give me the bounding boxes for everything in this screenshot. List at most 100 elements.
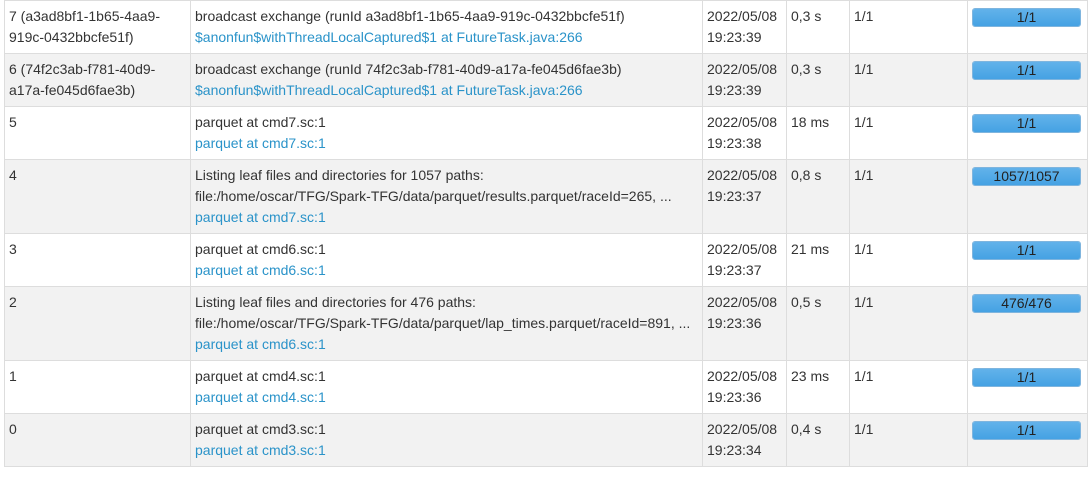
submitted-cell: 2022/05/08 19:23:36 (702, 360, 787, 414)
progress-bar: 1/1 (972, 114, 1081, 133)
tasks-cell: 1/1 (849, 413, 968, 467)
table-row: 7 (a3ad8bf1-1b65-4aa9-919c-0432bbcfe51f)… (4, 0, 1088, 54)
description-line: Listing leaf files and directories for 1… (195, 167, 484, 183)
progress-cell: 1/1 (967, 0, 1088, 54)
description-line: Listing leaf files and directories for 4… (195, 294, 476, 310)
table-row: 4 Listing leaf files and directories for … (4, 159, 1088, 234)
table-row: 2 Listing leaf files and directories for … (4, 286, 1088, 361)
progress-bar: 1057/1057 (972, 167, 1081, 186)
duration-cell: 0,4 s (786, 413, 850, 467)
submitted-cell: 2022/05/08 19:23:38 (702, 106, 787, 160)
stage-id-cell: 0 (4, 413, 191, 467)
progress-bar: 1/1 (972, 421, 1081, 440)
tasks-cell: 1/1 (849, 0, 968, 54)
progress-label: 1/1 (1016, 62, 1037, 78)
tasks-cell: 1/1 (849, 106, 968, 160)
description-text: broadcast exchange (runId 74f2c3ab-f781-… (195, 59, 698, 80)
stage-detail-link[interactable]: parquet at cmd7.sc:1 (195, 207, 698, 228)
description-line: broadcast exchange (runId 74f2c3ab-f781-… (195, 61, 622, 77)
stage-id-cell: 2 (4, 286, 191, 361)
description-text: parquet at cmd7.sc:1 (195, 112, 698, 133)
table-row: 1 parquet at cmd4.sc:1 parquet at cmd4.sc:… (4, 360, 1088, 414)
stages-table: 7 (a3ad8bf1-1b65-4aa9-919c-0432bbcfe51f)… (4, 0, 1088, 467)
progress-label: 1/1 (1016, 9, 1037, 25)
progress-bar: 1/1 (972, 241, 1081, 260)
duration-cell: 18 ms (786, 106, 850, 160)
progress-cell: 1/1 (967, 413, 1088, 467)
progress-bar: 476/476 (972, 294, 1081, 313)
stage-id-cell: 3 (4, 233, 191, 287)
description-line: file:/home/oscar/TFG/Spark-TFG/data/parq… (195, 188, 672, 204)
description-cell: parquet at cmd7.sc:1 parquet at cmd7.sc:1 (190, 106, 703, 160)
stage-id-cell: 1 (4, 360, 191, 414)
description-line: parquet at cmd4.sc:1 (195, 368, 326, 384)
progress-label: 1/1 (1016, 422, 1037, 438)
description-cell: parquet at cmd6.sc:1 parquet at cmd6.sc:1 (190, 233, 703, 287)
stage-detail-link[interactable]: parquet at cmd7.sc:1 (195, 133, 698, 154)
description-text: parquet at cmd4.sc:1 (195, 366, 698, 387)
table-row: 5 parquet at cmd7.sc:1 parquet at cmd7.sc:… (4, 106, 1088, 160)
duration-cell: 23 ms (786, 360, 850, 414)
stage-id-cell: 4 (4, 159, 191, 234)
duration-cell: 0,3 s (786, 0, 850, 54)
stage-detail-link[interactable]: $anonfun$withThreadLocalCaptured$1 at Fu… (195, 27, 698, 48)
submitted-cell: 2022/05/08 19:23:36 (702, 286, 787, 361)
tasks-cell: 1/1 (849, 159, 968, 234)
description-cell: Listing leaf files and directories for 4… (190, 286, 703, 361)
tasks-cell: 1/1 (849, 360, 968, 414)
duration-cell: 0,3 s (786, 53, 850, 107)
progress-cell: 1/1 (967, 106, 1088, 160)
progress-label: 1057/1057 (993, 168, 1060, 184)
description-text: Listing leaf files and directories for 4… (195, 292, 698, 334)
progress-cell: 1/1 (967, 360, 1088, 414)
description-cell: broadcast exchange (runId a3ad8bf1-1b65-… (190, 0, 703, 54)
description-line: parquet at cmd6.sc:1 (195, 241, 326, 257)
progress-label: 476/476 (1001, 295, 1052, 311)
progress-cell: 1/1 (967, 233, 1088, 287)
description-cell: parquet at cmd3.sc:1 parquet at cmd3.sc:1 (190, 413, 703, 467)
stage-id-cell: 6 (74f2c3ab-f781-40d9-a17a-fe045d6fae3b) (4, 53, 191, 107)
table-row: 6 (74f2c3ab-f781-40d9-a17a-fe045d6fae3b)… (4, 53, 1088, 107)
progress-bar: 1/1 (972, 61, 1081, 80)
stage-id-cell: 5 (4, 106, 191, 160)
description-line: file:/home/oscar/TFG/Spark-TFG/data/parq… (195, 315, 691, 331)
progress-label: 1/1 (1016, 115, 1037, 131)
description-text: parquet at cmd6.sc:1 (195, 239, 698, 260)
description-text: Listing leaf files and directories for 1… (195, 165, 698, 207)
progress-label: 1/1 (1016, 242, 1037, 258)
description-text: parquet at cmd3.sc:1 (195, 419, 698, 440)
duration-cell: 21 ms (786, 233, 850, 287)
submitted-cell: 2022/05/08 19:23:37 (702, 233, 787, 287)
tasks-cell: 1/1 (849, 233, 968, 287)
stage-detail-link[interactable]: parquet at cmd6.sc:1 (195, 334, 698, 355)
stage-id-cell: 7 (a3ad8bf1-1b65-4aa9-919c-0432bbcfe51f) (4, 0, 191, 54)
duration-cell: 0,8 s (786, 159, 850, 234)
description-line: parquet at cmd7.sc:1 (195, 114, 326, 130)
stage-detail-link[interactable]: $anonfun$withThreadLocalCaptured$1 at Fu… (195, 80, 698, 101)
table-row: 3 parquet at cmd6.sc:1 parquet at cmd6.sc:… (4, 233, 1088, 287)
description-cell: parquet at cmd4.sc:1 parquet at cmd4.sc:1 (190, 360, 703, 414)
stages-table-body: 7 (a3ad8bf1-1b65-4aa9-919c-0432bbcfe51f)… (4, 0, 1088, 467)
description-cell: broadcast exchange (runId 74f2c3ab-f781-… (190, 53, 703, 107)
stage-detail-link[interactable]: parquet at cmd6.sc:1 (195, 260, 698, 281)
progress-bar: 1/1 (972, 8, 1081, 27)
submitted-cell: 2022/05/08 19:23:37 (702, 159, 787, 234)
progress-cell: 1057/1057 (967, 159, 1088, 234)
duration-cell: 0,5 s (786, 286, 850, 361)
submitted-cell: 2022/05/08 19:23:39 (702, 53, 787, 107)
description-line: parquet at cmd3.sc:1 (195, 421, 326, 437)
stage-detail-link[interactable]: parquet at cmd3.sc:1 (195, 440, 698, 461)
progress-bar: 1/1 (972, 368, 1081, 387)
description-line: broadcast exchange (runId a3ad8bf1-1b65-… (195, 8, 625, 24)
tasks-cell: 1/1 (849, 53, 968, 107)
stage-detail-link[interactable]: parquet at cmd4.sc:1 (195, 387, 698, 408)
submitted-cell: 2022/05/08 19:23:34 (702, 413, 787, 467)
progress-cell: 1/1 (967, 53, 1088, 107)
progress-label: 1/1 (1016, 369, 1037, 385)
table-row: 0 parquet at cmd3.sc:1 parquet at cmd3.sc:… (4, 413, 1088, 467)
submitted-cell: 2022/05/08 19:23:39 (702, 0, 787, 54)
tasks-cell: 1/1 (849, 286, 968, 361)
description-cell: Listing leaf files and directories for 1… (190, 159, 703, 234)
progress-cell: 476/476 (967, 286, 1088, 361)
description-text: broadcast exchange (runId a3ad8bf1-1b65-… (195, 6, 698, 27)
